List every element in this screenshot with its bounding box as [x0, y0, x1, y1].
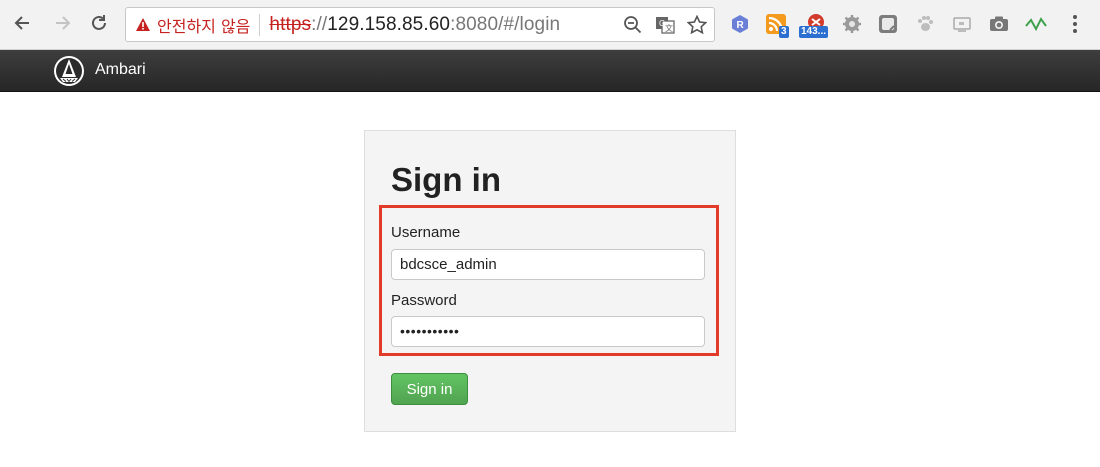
- password-field[interactable]: •••••••••••: [391, 316, 705, 347]
- rss-extension-icon[interactable]: 3: [765, 13, 789, 38]
- url-host: 129.158.85.60: [327, 13, 451, 35]
- chrome-menu-icon[interactable]: [1064, 13, 1086, 35]
- url-text[interactable]: https://129.158.85.60:8080/#/login: [269, 14, 560, 36]
- url-scheme: https: [269, 13, 312, 35]
- rss-badge: 3: [779, 26, 789, 38]
- zoom-out-icon[interactable]: [622, 14, 644, 36]
- signin-button[interactable]: Sign in: [391, 373, 468, 405]
- forward-arrow-icon: [56, 16, 71, 30]
- mail-extension-icon[interactable]: 143...: [799, 13, 829, 38]
- translate-icon[interactable]: G文: [654, 14, 676, 36]
- forward-button[interactable]: [48, 9, 76, 37]
- omnibox-divider: [259, 13, 261, 36]
- screen-extension-icon[interactable]: [951, 13, 973, 35]
- camera-extension-icon[interactable]: [988, 13, 1010, 35]
- paw-extension-icon[interactable]: [914, 13, 936, 35]
- login-panel: Sign in Username Password ••••••••••• Si…: [364, 130, 736, 432]
- reload-button[interactable]: [85, 9, 113, 37]
- back-button[interactable]: [9, 9, 37, 37]
- app-brand-name[interactable]: Ambari: [95, 61, 146, 79]
- pulse-extension-icon[interactable]: [1025, 13, 1047, 35]
- notes-extension-icon[interactable]: [877, 13, 899, 35]
- counter-badge: 143...: [799, 26, 829, 38]
- url-path: :8080/#/login: [450, 13, 561, 35]
- username-label: Username: [391, 224, 461, 241]
- svg-text:文: 文: [665, 23, 673, 33]
- browser-toolbar: 안전하지 않음 https://129.158.85.60:8080/#/log…: [0, 0, 1100, 50]
- password-label: Password: [391, 292, 457, 309]
- ambari-logo-icon[interactable]: [53, 55, 85, 87]
- svg-text:R: R: [737, 20, 745, 31]
- address-bar[interactable]: 안전하지 않음 https://129.158.85.60:8080/#/log…: [125, 7, 715, 42]
- url-separator: ://: [311, 13, 328, 35]
- bookmark-star-icon[interactable]: [686, 14, 708, 36]
- signin-title: Sign in: [391, 161, 501, 198]
- gear-extension-icon[interactable]: [841, 13, 863, 35]
- security-warning-text: 안전하지 않음: [157, 16, 251, 36]
- username-field[interactable]: [391, 249, 705, 280]
- app-header: Ambari: [0, 50, 1100, 92]
- extension-r-icon[interactable]: R: [729, 13, 751, 35]
- back-arrow-icon: [14, 16, 29, 30]
- reload-icon: [92, 15, 106, 30]
- security-indicator[interactable]: 안전하지 않음: [135, 13, 250, 37]
- warning-triangle-icon: [136, 18, 150, 31]
